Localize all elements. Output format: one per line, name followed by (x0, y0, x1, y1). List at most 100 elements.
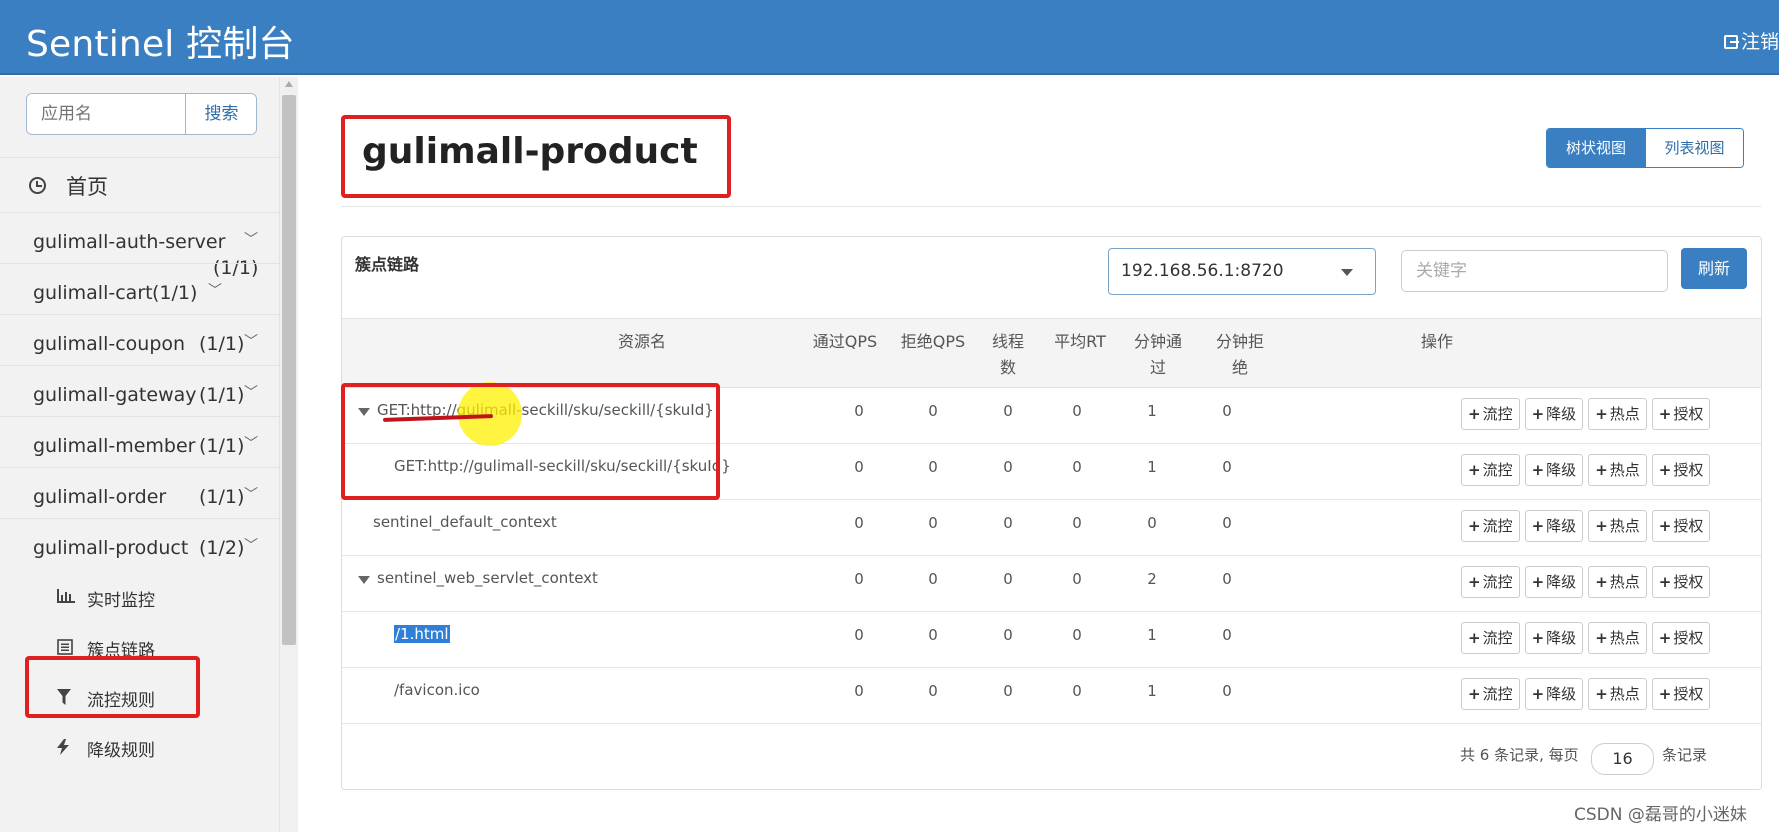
keyword-input[interactable]: 关键字 (1401, 250, 1668, 292)
auth-rule-button[interactable]: + 授权 (1651, 398, 1711, 430)
hotspot-rule-button[interactable]: + 热点 (1588, 566, 1647, 598)
top-header: Sentinel 控制台 注销 (0, 0, 1779, 75)
nav-app-auth-server[interactable]: gulimall-auth-server ﹀ (1/1) (0, 212, 280, 279)
table-row[interactable]: sentinel_default_context 0 0 0 0 0 0 + 流控… (342, 500, 1761, 556)
threads: 0 (1003, 514, 1013, 532)
flow-rule-button[interactable]: + 流控 (1461, 398, 1520, 430)
minute-pass: 0 (1147, 514, 1157, 532)
machine-select[interactable]: 192.168.56.1:8720 (1108, 248, 1376, 295)
op-label: 热点 (1609, 685, 1640, 703)
collapse-caret-icon[interactable] (358, 408, 370, 416)
nav-app-cart[interactable]: gulimall-cart (1/1) ﹀ (0, 263, 280, 320)
nav-home[interactable]: 首页 (0, 157, 280, 212)
scrollbar-thumb[interactable] (282, 95, 296, 645)
degrade-rule-button[interactable]: + 降级 (1524, 510, 1584, 542)
sub-item-label: 簇点链路 (87, 641, 155, 661)
minute-pass: 1 (1147, 458, 1157, 476)
block-qps: 0 (928, 402, 938, 420)
table-row[interactable]: GET:http://gulimall-seckill/sku/seckill/… (342, 388, 1761, 444)
hotspot-rule-button[interactable]: + 热点 (1588, 510, 1647, 542)
flow-rule-button[interactable]: + 流控 (1461, 454, 1520, 486)
auth-rule-button[interactable]: + 授权 (1651, 678, 1711, 710)
hotspot-rule-button[interactable]: + 热点 (1588, 398, 1647, 430)
threads: 0 (1003, 402, 1013, 420)
scroll-up-icon[interactable] (285, 81, 293, 87)
pager-prefix: 共 6 条记录, 每页 (1460, 746, 1579, 764)
sub-item-realtime-monitor[interactable]: 实时监控 (0, 573, 280, 623)
chevron-down-icon: ﹀ (208, 283, 222, 299)
degrade-rule-button[interactable]: + 降级 (1524, 398, 1584, 430)
logout-label: 注销 (1740, 31, 1779, 53)
hotspot-rule-button[interactable]: + 热点 (1588, 678, 1647, 710)
degrade-rule-button[interactable]: + 降级 (1524, 454, 1584, 486)
op-label: 降级 (1546, 685, 1577, 703)
op-label: 热点 (1609, 461, 1640, 479)
resource-name: /favicon.ico (394, 681, 480, 699)
row-actions: + 流控 + 降级 + 热点 + 授权 (1461, 510, 1711, 542)
threads: 0 (1003, 570, 1013, 588)
degrade-rule-button[interactable]: + 降级 (1524, 566, 1584, 598)
chevron-down-icon: ﹀ (244, 436, 258, 452)
nav-app-coupon[interactable]: gulimall-coupon (1/1) ﹀ (0, 314, 280, 371)
block-qps: 0 (928, 458, 938, 476)
op-label: 流控 (1482, 461, 1513, 479)
logout-link[interactable]: 注销 (1723, 27, 1779, 54)
avg-rt: 0 (1072, 402, 1082, 420)
panel-title: 簇点链路 (355, 255, 420, 274)
hotspot-rule-button[interactable]: + 热点 (1588, 622, 1647, 654)
auth-rule-button[interactable]: + 授权 (1651, 566, 1711, 598)
flow-rule-button[interactable]: + 流控 (1461, 622, 1520, 654)
nav-app-gateway[interactable]: gulimall-gateway (1/1) ﹀ (0, 365, 280, 422)
page-title: gulimall-product (362, 131, 698, 172)
search-button[interactable]: 搜索 (185, 94, 256, 134)
degrade-rule-button[interactable]: + 降级 (1524, 678, 1584, 710)
auth-rule-button[interactable]: + 授权 (1651, 622, 1711, 654)
nav-home-label: 首页 (66, 175, 108, 199)
threads: 0 (1003, 682, 1013, 700)
avg-rt: 0 (1072, 682, 1082, 700)
minute-block: 0 (1222, 514, 1232, 532)
page-size-input[interactable]: 16 (1591, 743, 1654, 775)
op-label: 流控 (1482, 517, 1513, 535)
collapse-caret-icon[interactable] (358, 576, 370, 584)
flow-rule-button[interactable]: + 流控 (1461, 678, 1520, 710)
auth-rule-button[interactable]: + 授权 (1651, 510, 1711, 542)
sub-item-cluster-link[interactable]: 簇点链路 (0, 623, 280, 673)
flow-rule-button[interactable]: + 流控 (1461, 510, 1520, 542)
list-view-button[interactable]: 列表视图 (1645, 129, 1743, 167)
table-row[interactable]: /1.html 0 0 0 0 1 0 + 流控 + 降级 + 热点 + 授权 (342, 612, 1761, 668)
bar-chart-icon (57, 589, 75, 603)
nav-app-product[interactable]: gulimall-product (1/2) ﹀ (0, 518, 280, 575)
minute-pass: 1 (1147, 402, 1157, 420)
brand-title: Sentinel 控制台 (26, 24, 295, 65)
sub-item-flow-rules[interactable]: 流控规则 (0, 673, 280, 723)
resource-name: sentinel_default_context (373, 513, 557, 531)
minute-block: 0 (1222, 682, 1232, 700)
col-resource: 资源名 (617, 332, 666, 351)
nav-app-order[interactable]: gulimall-order (1/1) ﹀ (0, 467, 280, 524)
refresh-button[interactable]: 刷新 (1681, 248, 1747, 289)
avg-rt: 0 (1072, 458, 1082, 476)
minute-block: 0 (1222, 570, 1232, 588)
table-row[interactable]: sentinel_web_servlet_context 0 0 0 0 2 0… (342, 556, 1761, 612)
hotspot-rule-button[interactable]: + 热点 (1588, 454, 1647, 486)
sidebar-scrollbar[interactable] (280, 77, 298, 832)
divider (341, 206, 1761, 207)
degrade-rule-button[interactable]: + 降级 (1524, 622, 1584, 654)
tree-view-button[interactable]: 树状视图 (1547, 129, 1645, 167)
nav-app-member[interactable]: gulimall-member (1/1) ﹀ (0, 416, 280, 473)
nav-app-count: (1/1) (152, 282, 198, 304)
op-label: 流控 (1482, 405, 1513, 423)
op-label: 授权 (1673, 517, 1704, 535)
table-row[interactable]: GET:http://gulimall-seckill/sku/seckill/… (342, 444, 1761, 500)
table-row[interactable]: /favicon.ico 0 0 0 0 1 0 + 流控 + 降级 + 热点 + 授权 (342, 668, 1761, 724)
auth-rule-button[interactable]: + 授权 (1651, 454, 1711, 486)
sub-item-label: 降级规则 (87, 741, 155, 761)
sub-item-degrade-rules[interactable]: 降级规则 (0, 723, 280, 773)
flow-rule-button[interactable]: + 流控 (1461, 566, 1520, 598)
app-search-input[interactable] (27, 94, 185, 134)
op-label: 热点 (1609, 573, 1640, 591)
pass-qps: 0 (854, 570, 864, 588)
op-label: 流控 (1482, 573, 1513, 591)
table-header: 资源名 通过QPS 拒绝QPS 线程数 平均RT 分钟通过 分钟拒绝 操作 (342, 318, 1761, 388)
